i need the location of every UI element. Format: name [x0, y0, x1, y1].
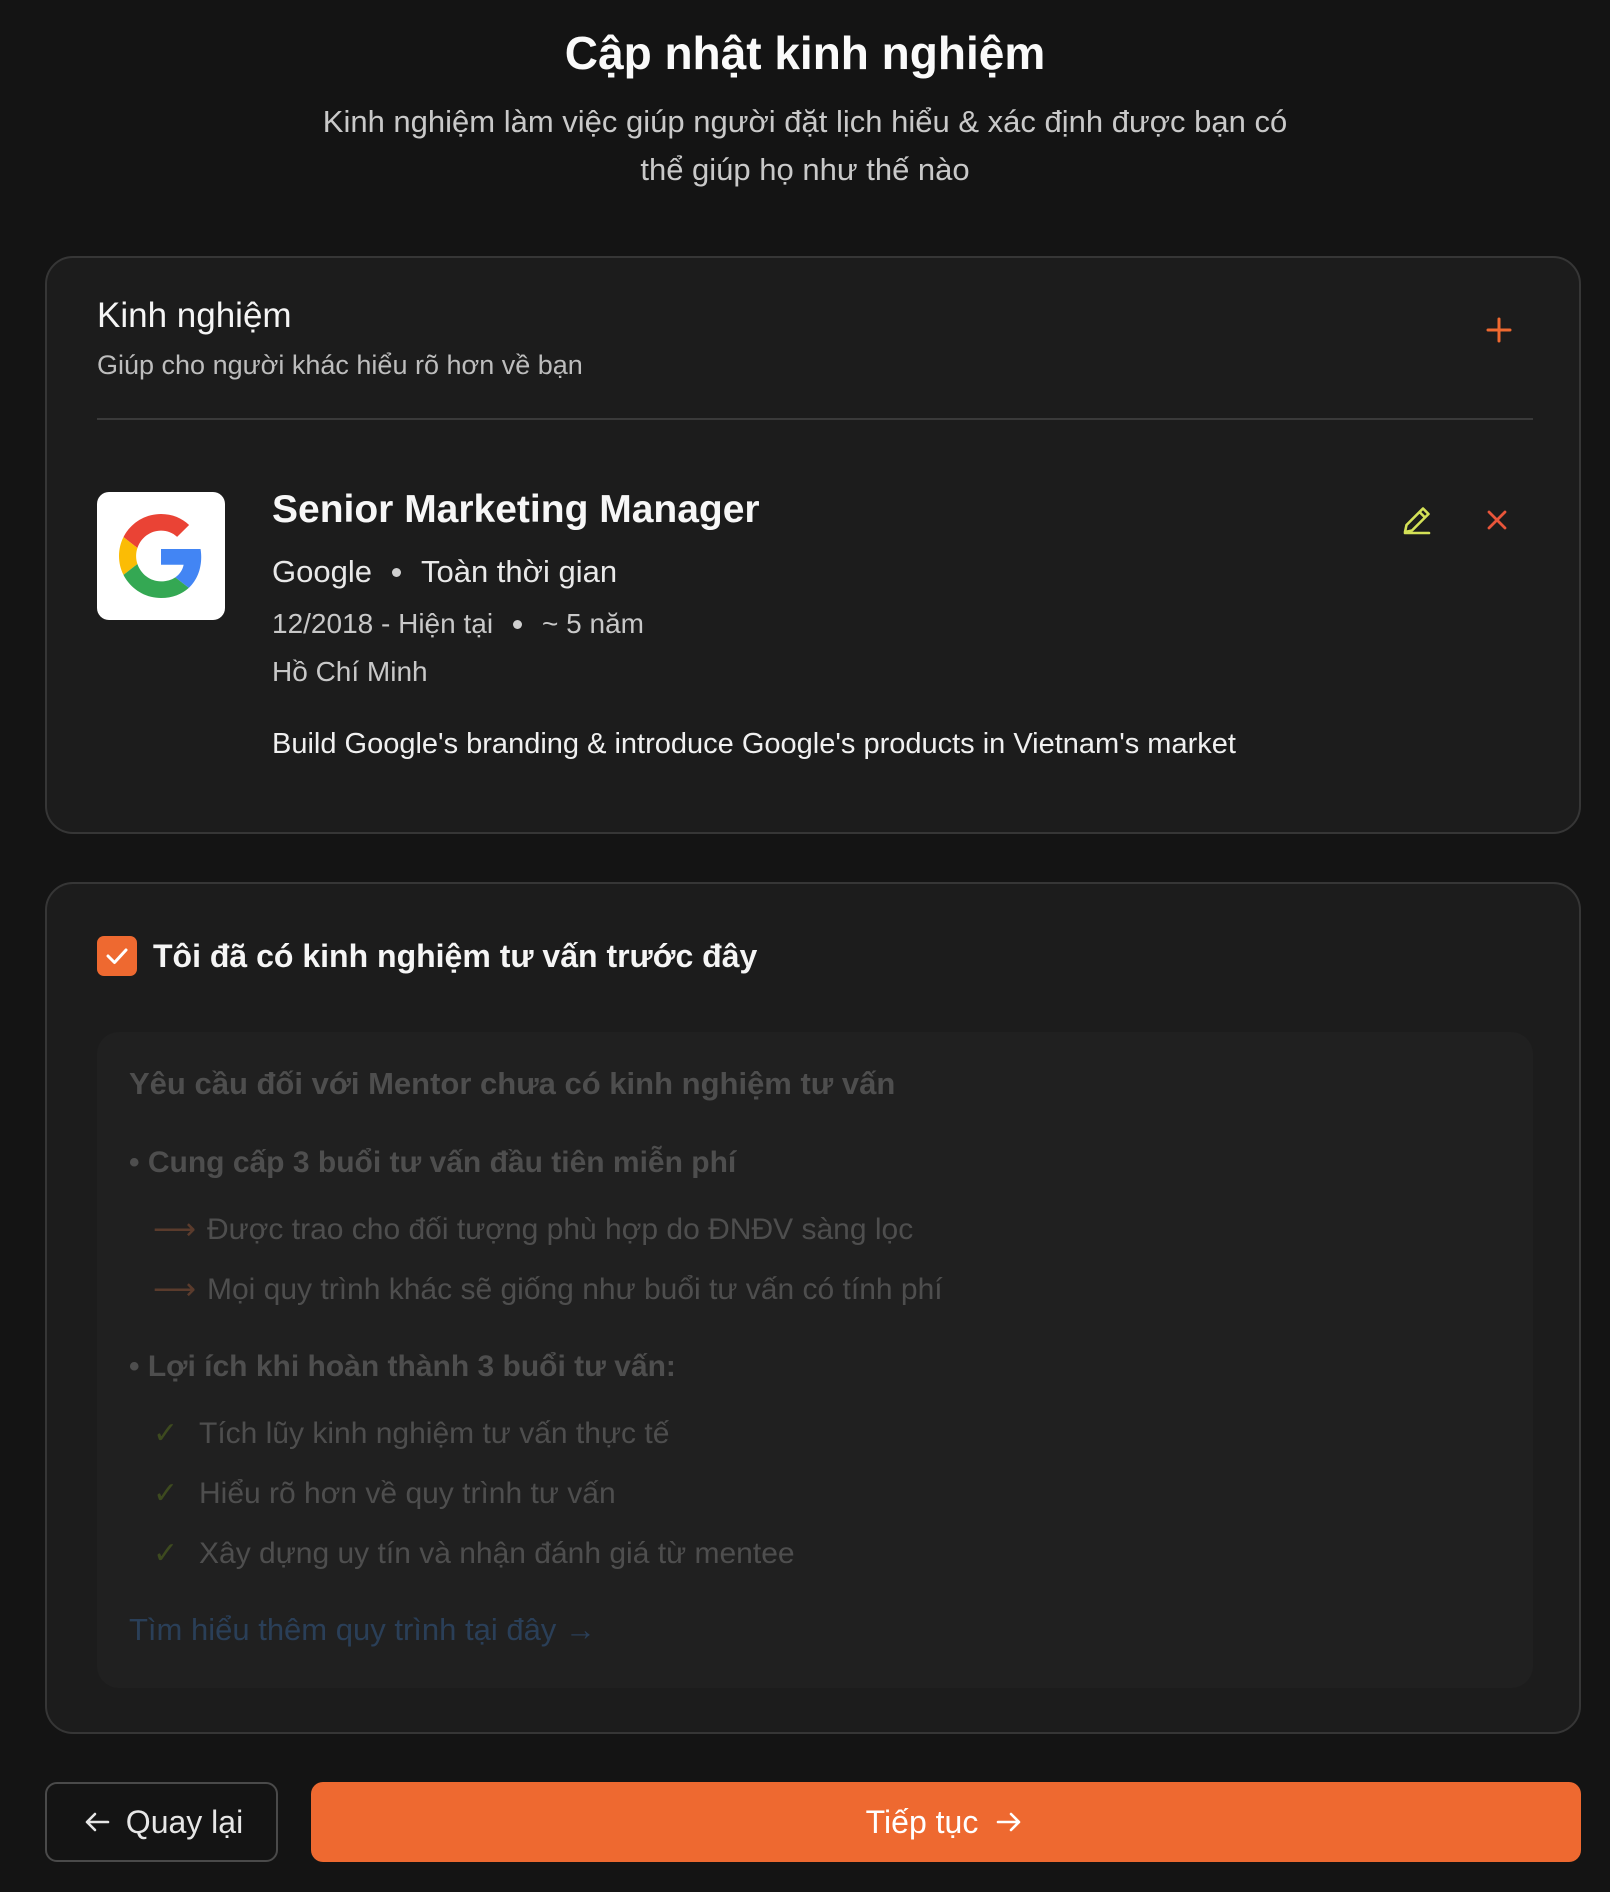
list-item: ✓ Hiểu rõ hơn về quy trình tư vấn: [153, 1476, 616, 1511]
list-item: ⟶ Được trao cho đối tượng phù hợp do ĐNĐ…: [153, 1212, 914, 1247]
delete-experience-button[interactable]: [1477, 500, 1517, 540]
experience-card: Kinh nghiệm Giúp cho người khác hiểu rõ …: [45, 256, 1581, 834]
plus-icon: [1486, 317, 1512, 343]
company-name: Google: [272, 554, 372, 589]
consulting-experience-checkbox-row[interactable]: Tôi đã có kinh nghiệm tư vấn trước đây: [97, 936, 757, 976]
page-title: Cập nhật kinh nghiệm: [564, 27, 1046, 79]
back-button[interactable]: Quay lại: [45, 1782, 278, 1862]
requirements-title: Yêu cầu đối với Mentor chưa có kinh nghi…: [129, 1066, 896, 1101]
experience-section-subtitle: Giúp cho người khác hiểu rõ hơn về bạn: [97, 350, 583, 380]
mentor-requirements-box: Yêu cầu đối với Mentor chưa có kinh nghi…: [97, 1032, 1533, 1688]
employment-type: Toàn thời gian: [420, 554, 618, 589]
continue-button[interactable]: Tiếp tục: [311, 1782, 1581, 1862]
date-line: 12/2018 - Hiện tại ~ 5 năm: [272, 608, 644, 640]
job-location: Hồ Chí Minh: [272, 656, 428, 687]
arrow-right-icon: ⟶: [153, 1273, 197, 1306]
checkmark-icon: [106, 948, 128, 964]
bullet-free-sessions: • Cung cấp 3 buổi tư vấn đầu tiên miễn p…: [129, 1146, 737, 1179]
list-item: ✓ Xây dựng uy tín và nhận đánh giá từ me…: [153, 1536, 795, 1571]
company-line: Google Toàn thời gian: [272, 554, 617, 590]
arrow-right-icon: [992, 1805, 1026, 1839]
experience-section-title: Kinh nghiệm: [97, 296, 292, 335]
consulting-card: Tôi đã có kinh nghiệm tư vấn trước đây Y…: [45, 882, 1581, 1734]
list-item: ✓ Tích lũy kinh nghiệm tư vấn thực tế: [153, 1416, 670, 1451]
google-logo: [119, 514, 202, 598]
check-icon: ✓: [153, 1417, 179, 1450]
section-divider: [97, 418, 1533, 420]
separator-dot: [513, 619, 523, 629]
employment-period: 12/2018 - Hiện tại: [272, 608, 494, 639]
list-item: ⟶ Mọi quy trình khác sẽ giống như buổi t…: [153, 1272, 943, 1307]
edit-experience-button[interactable]: [1397, 500, 1437, 540]
continue-button-label: Tiếp tục: [865, 1803, 979, 1840]
job-description: Build Google's branding & introduce Goog…: [272, 728, 1236, 760]
check-icon: ✓: [153, 1537, 179, 1570]
add-experience-button[interactable]: [1477, 308, 1521, 352]
employment-duration: ~ 5 năm: [542, 608, 644, 639]
arrow-right-icon: ⟶: [153, 1213, 197, 1246]
job-title: Senior Marketing Manager: [272, 488, 760, 531]
close-icon: [1487, 510, 1507, 530]
separator-dot: [391, 567, 401, 577]
pencil-icon: [1403, 507, 1431, 535]
checkbox-label: Tôi đã có kinh nghiệm tư vấn trước đây: [153, 937, 758, 974]
arrow-left-icon: [80, 1805, 114, 1839]
company-logo: [97, 492, 225, 620]
learn-more-link[interactable]: Tìm hiểu thêm quy trình tại đây →: [129, 1612, 596, 1648]
check-icon: ✓: [153, 1477, 179, 1510]
bullet-benefits: • Lợi ích khi hoàn thành 3 buổi tư vấn:: [129, 1350, 676, 1383]
page-subtitle: Kinh nghiệm làm việc giúp người đặt lịch…: [322, 104, 1288, 187]
back-button-label: Quay lại: [125, 1803, 244, 1840]
consulting-experience-checkbox[interactable]: [97, 936, 137, 976]
